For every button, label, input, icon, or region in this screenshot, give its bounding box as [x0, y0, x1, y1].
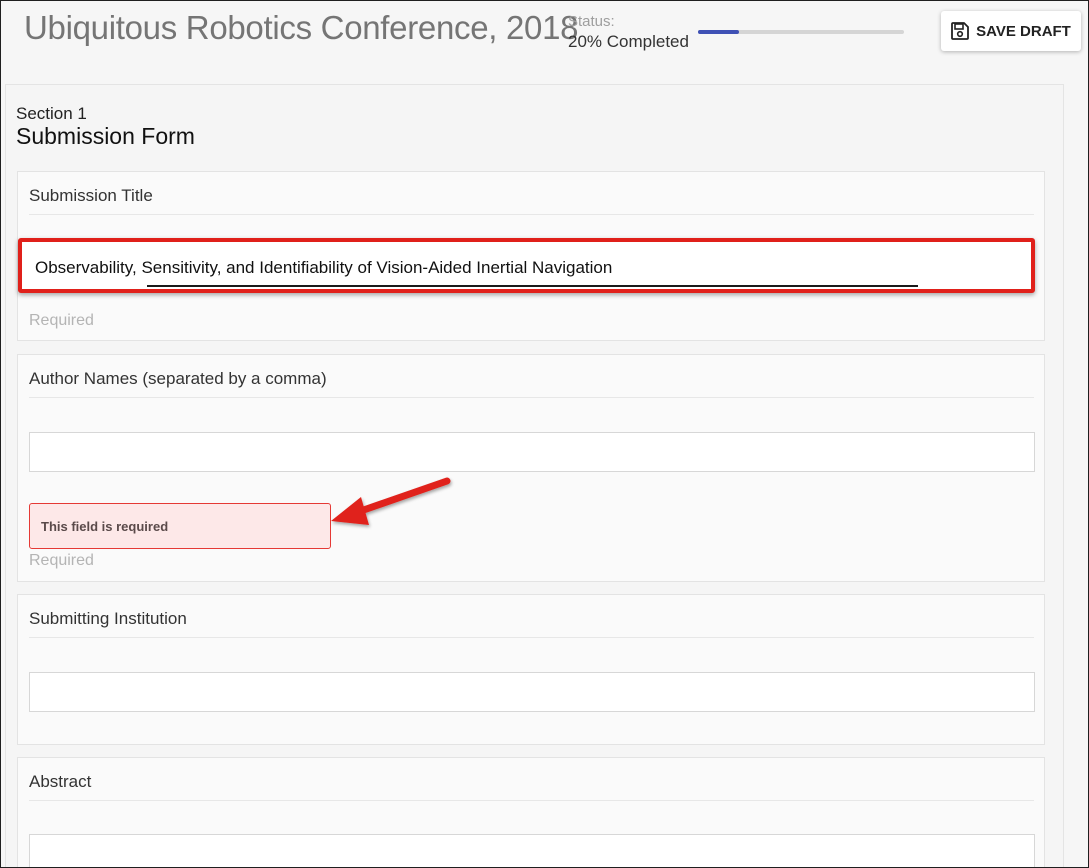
divider — [29, 800, 1034, 801]
app-window: Ubiquitous Robotics Conference, 2018 Sta… — [0, 0, 1089, 868]
abstract-input[interactable] — [29, 834, 1035, 867]
abstract-card: Abstract — [17, 757, 1045, 867]
input-underline — [147, 285, 918, 287]
divider — [29, 637, 1034, 638]
floppy-disk-icon — [951, 22, 970, 40]
progress-fill — [698, 30, 740, 34]
red-arrow-annotation — [321, 469, 461, 544]
error-message-box: This field is required — [29, 503, 331, 549]
field-label: Submitting Institution — [29, 609, 187, 628]
save-draft-label: SAVE DRAFT — [976, 22, 1071, 40]
field-label: Author Names (separated by a comma) — [29, 369, 327, 388]
header-bar: Ubiquitous Robotics Conference, 2018 Sta… — [1, 1, 1088, 83]
save-draft-button[interactable]: SAVE DRAFT — [941, 11, 1081, 51]
required-hint: Required — [29, 312, 94, 329]
field-label: Abstract — [29, 772, 92, 791]
submitting-institution-input[interactable] — [29, 672, 1035, 712]
conference-title: Ubiquitous Robotics Conference, 2018 — [24, 9, 579, 46]
divider — [29, 397, 1034, 398]
status-value: 20% Completed — [568, 32, 689, 51]
error-message: This field is required — [41, 519, 169, 534]
field-label: Submission Title — [29, 186, 153, 205]
submitting-institution-card: Submitting Institution — [17, 594, 1045, 745]
status-label: Status: — [568, 13, 615, 30]
section-title: Submission Form — [16, 123, 195, 149]
divider — [29, 214, 1034, 215]
section-number: Section 1 — [16, 104, 87, 123]
author-names-input[interactable] — [29, 432, 1035, 472]
required-hint: Required — [29, 552, 94, 569]
submission-title-value: Observability, Sensitivity, and Identifi… — [35, 258, 613, 277]
progress-bar — [698, 30, 904, 34]
